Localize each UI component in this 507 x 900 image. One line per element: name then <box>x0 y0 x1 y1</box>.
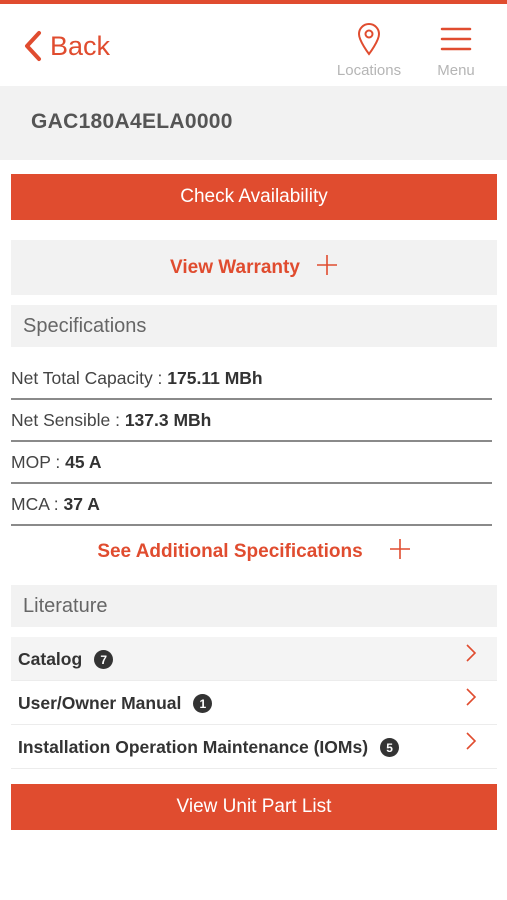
literature-item-user-owner-manual[interactable]: User/Owner Manual 1 <box>11 681 497 725</box>
spec-value: 175.11 MBh <box>167 368 263 388</box>
back-button[interactable]: Back <box>22 28 110 64</box>
literature-item-label: Catalog <box>18 649 83 669</box>
spec-row: Net Total Capacity : 175.11 MBh <box>11 357 492 400</box>
plus-icon <box>389 539 410 559</box>
spec-row: MOP : 45 A <box>11 441 492 484</box>
spec-label: Net Total Capacity : <box>11 368 168 388</box>
see-additional-label: See Additional Specifications <box>97 541 363 562</box>
count-badge: 1 <box>193 694 213 713</box>
spec-value: 37 A <box>63 494 100 514</box>
count-badge: 7 <box>94 650 114 669</box>
view-warranty-label: View Warranty <box>170 256 300 278</box>
literature-item-label: User/Owner Manual <box>18 693 182 713</box>
view-unit-part-list-button[interactable]: View Unit Part List <box>11 784 497 830</box>
locations-button[interactable]: Locations <box>334 22 404 79</box>
model-number: GAC180A4ELA0000 <box>31 110 233 133</box>
count-badge: 5 <box>380 738 400 757</box>
locations-label: Locations <box>336 62 402 79</box>
spec-label: Net Sensible : <box>11 410 125 430</box>
spec-value: 45 A <box>65 452 102 472</box>
spec-label: MCA : <box>11 494 64 514</box>
literature-header: Literature <box>11 585 497 627</box>
hamburger-menu-icon <box>440 27 472 51</box>
menu-label: Menu <box>437 62 475 79</box>
menu-button[interactable]: Menu <box>428 22 484 79</box>
map-pin-icon <box>357 23 381 56</box>
literature-item-ioms[interactable]: Installation Operation Maintenance (IOMs… <box>11 725 497 769</box>
model-bar: GAC180A4ELA0000 <box>0 86 507 160</box>
spec-row: MCA : 37 A <box>11 483 492 526</box>
spec-value: 137.3 MBh <box>124 410 212 430</box>
literature-item-catalog[interactable]: Catalog 7 <box>11 637 497 681</box>
chevron-right-icon <box>466 644 477 662</box>
specifications-title: Specifications <box>23 315 147 337</box>
check-availability-button[interactable]: Check Availability <box>11 174 497 220</box>
specifications-header: Specifications <box>11 305 497 347</box>
back-label: Back <box>50 30 111 61</box>
literature-item-label: Installation Operation Maintenance (IOMs… <box>18 737 369 757</box>
see-additional-specifications-toggle[interactable]: See Additional Specifications <box>11 530 497 574</box>
spec-label: MOP : <box>11 452 66 472</box>
chevron-right-icon <box>466 688 477 706</box>
spec-row: Net Sensible : 137.3 MBh <box>11 399 492 442</box>
literature-title: Literature <box>23 595 108 617</box>
chevron-left-icon <box>25 31 41 61</box>
app-header: Back Locations Menu <box>0 4 507 86</box>
view-warranty-toggle[interactable]: View Warranty <box>11 240 497 295</box>
plus-icon <box>316 254 337 275</box>
chevron-right-icon <box>466 732 477 750</box>
